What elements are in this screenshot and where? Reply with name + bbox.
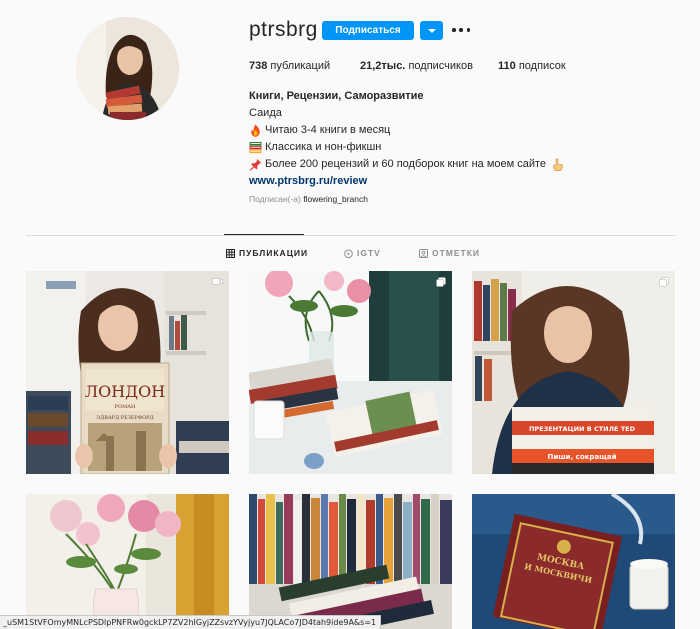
tab-tagged[interactable]: ОТМЕТКИ	[419, 248, 480, 258]
bio-line: Читаю 3-4 книги в месяц	[249, 122, 689, 139]
followed-by-user[interactable]: flowering_branch	[303, 194, 368, 204]
followers-count-label: подписчиков	[408, 60, 473, 72]
post-thumbnail[interactable]	[249, 271, 452, 474]
pushpin-emoji-icon	[249, 158, 262, 171]
post-thumbnail[interactable]: МОСКВА И МОСКВИЧИ	[472, 494, 675, 629]
bio-line: Более 200 рецензий и 60 подборок книг на…	[249, 156, 689, 173]
post-book-title: Пиши, сокращай	[547, 453, 616, 461]
tabs-divider	[26, 235, 676, 236]
post-thumbnail[interactable]	[249, 494, 452, 629]
tab-igtv-label: IGTV	[357, 248, 381, 258]
igtv-icon	[344, 249, 353, 258]
books-emoji-icon	[249, 142, 262, 154]
tab-tagged-label: ОТМЕТКИ	[432, 248, 481, 258]
post-book-subtitle: РОМАН	[115, 404, 136, 410]
post-thumbnail[interactable]: ЛОНДОН РОМАН ЭДВАРД РЕЗЕРФОРД	[26, 271, 229, 474]
profile-avatar[interactable]	[76, 17, 179, 120]
grid-icon	[226, 248, 235, 258]
profile-bio: Книги, Рецензии, Саморазвитие Саида Чита…	[249, 88, 689, 190]
suggestions-dropdown-button[interactable]	[420, 21, 443, 40]
post-thumbnail[interactable]: ПРЕЗЕНТАЦИИ В СТИЛЕ TED Пиши, сокращай	[472, 271, 675, 474]
bio-line-text: Читаю 3-4 книги в месяц	[265, 124, 391, 136]
active-tab-indicator	[224, 234, 304, 235]
profile-username: ptrsbrg	[249, 18, 318, 41]
fire-emoji-icon	[251, 124, 260, 137]
bio-title: Книги, Рецензии, Саморазвитие	[249, 90, 424, 102]
tab-igtv[interactable]: IGTV	[344, 248, 381, 258]
post-book-author: ЭДВАРД РЕЗЕРФОРД	[96, 415, 153, 421]
chevron-down-icon	[427, 28, 436, 33]
video-icon	[212, 278, 223, 285]
posts-count-label: публикаций	[270, 60, 331, 72]
post-book-title: ПРЕЗЕНТАЦИИ В СТИЛЕ TED	[529, 425, 636, 433]
posts-count-value: 738	[249, 60, 268, 72]
more-options-icon[interactable]	[452, 23, 470, 37]
following-count[interactable]: 110 подписок	[498, 60, 566, 72]
bio-line-text: Более 200 рецензий и 60 подборок книг на…	[265, 158, 547, 170]
status-url-bar: _uSM1StVFOmyMNLcPSDlpPNFRw0gckLP7ZV2hIGy…	[0, 615, 382, 629]
post-book-title: ЛОНДОН	[85, 382, 166, 401]
followed-by-prefix: Подписан(-а)	[249, 194, 301, 204]
following-count-label: подписок	[518, 60, 566, 72]
follow-button[interactable]: Подписаться	[322, 21, 414, 40]
pointing-down-emoji-icon	[553, 158, 563, 171]
bio-website-link[interactable]: www.ptrsbrg.ru/review	[249, 173, 689, 190]
followed-by-text[interactable]: Подписан(-а) flowering_branch	[249, 194, 368, 204]
bio-line-text: Классика и нон-фикшн	[265, 141, 382, 153]
tab-posts-label: ПУБЛИКАЦИИ	[239, 248, 309, 258]
followers-count[interactable]: 21,2тыс. подписчиков	[360, 60, 473, 72]
carousel-icon	[659, 277, 669, 287]
followers-count-value: 21,2тыс.	[360, 60, 406, 72]
post-thumbnail[interactable]	[26, 494, 229, 629]
tab-posts[interactable]: ПУБЛИКАЦИИ	[226, 248, 308, 258]
bio-line: Классика и нон-фикшн	[249, 139, 689, 156]
bio-real-name: Саида	[249, 107, 282, 119]
following-count-value: 110	[498, 60, 516, 72]
tagged-icon	[419, 248, 428, 258]
posts-count: 738 публикаций	[249, 60, 330, 72]
carousel-icon	[436, 277, 446, 287]
